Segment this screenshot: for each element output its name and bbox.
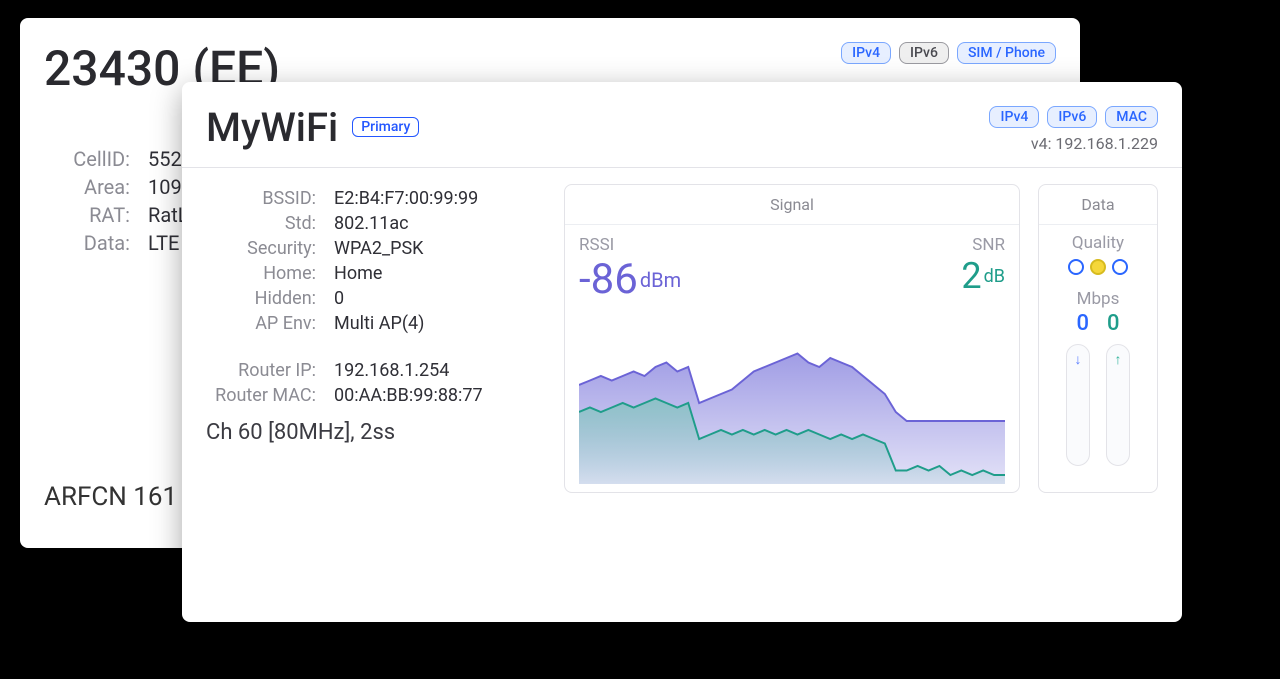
back-tabs: IPv4 IPv6 SIM / Phone bbox=[841, 42, 1056, 64]
signal-chart bbox=[579, 304, 1005, 484]
ipv4-address: v4: 192.168.1.229 bbox=[989, 134, 1158, 153]
mbps-down-value: 0 bbox=[1076, 311, 1089, 336]
label-area: Area: bbox=[44, 175, 130, 199]
tab-mac[interactable]: MAC bbox=[1105, 106, 1158, 128]
rssi-value: -86dBm bbox=[579, 255, 681, 304]
quality-dot-1 bbox=[1068, 259, 1084, 275]
quality-dot-2 bbox=[1090, 259, 1106, 275]
tab-ipv4[interactable]: IPv4 bbox=[989, 106, 1039, 128]
quality-dots bbox=[1039, 259, 1157, 275]
tab-ipv6[interactable]: IPv6 bbox=[1047, 106, 1097, 128]
ssid-title: MyWiFi bbox=[206, 104, 338, 151]
signal-panel: Signal RSSI -86dBm SNR 2dB bbox=[564, 184, 1020, 493]
mbps-up-value: 0 bbox=[1107, 311, 1120, 336]
value-apenv: Multi AP(4) bbox=[334, 313, 424, 334]
label-data: Data: bbox=[44, 231, 130, 255]
label-hidden: Hidden: bbox=[206, 288, 316, 309]
label-routermac: Router MAC: bbox=[206, 385, 316, 406]
throughput-bar-up: ↑ bbox=[1106, 344, 1130, 466]
label-std: Std: bbox=[206, 213, 316, 234]
tab-ipv4-back[interactable]: IPv4 bbox=[841, 42, 891, 64]
arfcn-line: ARFCN 161 bbox=[44, 482, 177, 512]
arrow-up-icon: ↑ bbox=[1115, 351, 1122, 368]
front-tabs: IPv4 IPv6 MAC bbox=[989, 106, 1158, 128]
value-std: 802.11ac bbox=[334, 213, 409, 234]
value-data: LTE bbox=[148, 231, 179, 255]
tab-ipv6-back[interactable]: IPv6 bbox=[899, 42, 949, 64]
snr-value: 2dB bbox=[961, 255, 1005, 297]
mbps-label: Mbps bbox=[1039, 289, 1157, 309]
value-security: WPA2_PSK bbox=[334, 238, 423, 259]
wifi-card-panel: MyWiFi Primary IPv4 IPv6 MAC v4: 192.168… bbox=[182, 82, 1182, 622]
data-panel: Data Quality Mbps 0 0 ↓ ↑ bbox=[1038, 184, 1158, 493]
signal-panel-title: Signal bbox=[565, 185, 1019, 225]
label-apenv: AP Env: bbox=[206, 313, 316, 334]
quality-dot-3 bbox=[1112, 259, 1128, 275]
snr-label: SNR bbox=[961, 235, 1005, 255]
value-bssid: E2:B4:F7:00:99:99 bbox=[334, 188, 478, 209]
value-routerip: 192.168.1.254 bbox=[334, 360, 449, 381]
label-bssid: BSSID: bbox=[206, 188, 316, 209]
value-routermac: 00:AA:BB:99:88:77 bbox=[334, 385, 483, 406]
wifi-detail-list: BSSID: E2:B4:F7:00:99:99 Std: 802.11ac Sec… bbox=[206, 184, 546, 493]
primary-badge: Primary bbox=[352, 117, 419, 137]
arrow-down-icon: ↓ bbox=[1075, 351, 1082, 368]
value-home: Home bbox=[334, 263, 382, 284]
divider bbox=[182, 167, 1182, 168]
label-routerip: Router IP: bbox=[206, 360, 316, 381]
data-panel-title: Data bbox=[1039, 185, 1157, 225]
tab-sim-phone[interactable]: SIM / Phone bbox=[957, 42, 1056, 64]
value-hidden: 0 bbox=[334, 288, 344, 309]
throughput-bar-down: ↓ bbox=[1066, 344, 1090, 466]
label-home: Home: bbox=[206, 263, 316, 284]
label-rat: RAT: bbox=[44, 203, 130, 227]
label-cellid: CellID: bbox=[44, 147, 130, 171]
rssi-label: RSSI bbox=[579, 235, 681, 255]
label-security: Security: bbox=[206, 238, 316, 259]
quality-label: Quality bbox=[1039, 233, 1157, 253]
channel-info: Ch 60 [80MHz], 2ss bbox=[206, 420, 546, 445]
